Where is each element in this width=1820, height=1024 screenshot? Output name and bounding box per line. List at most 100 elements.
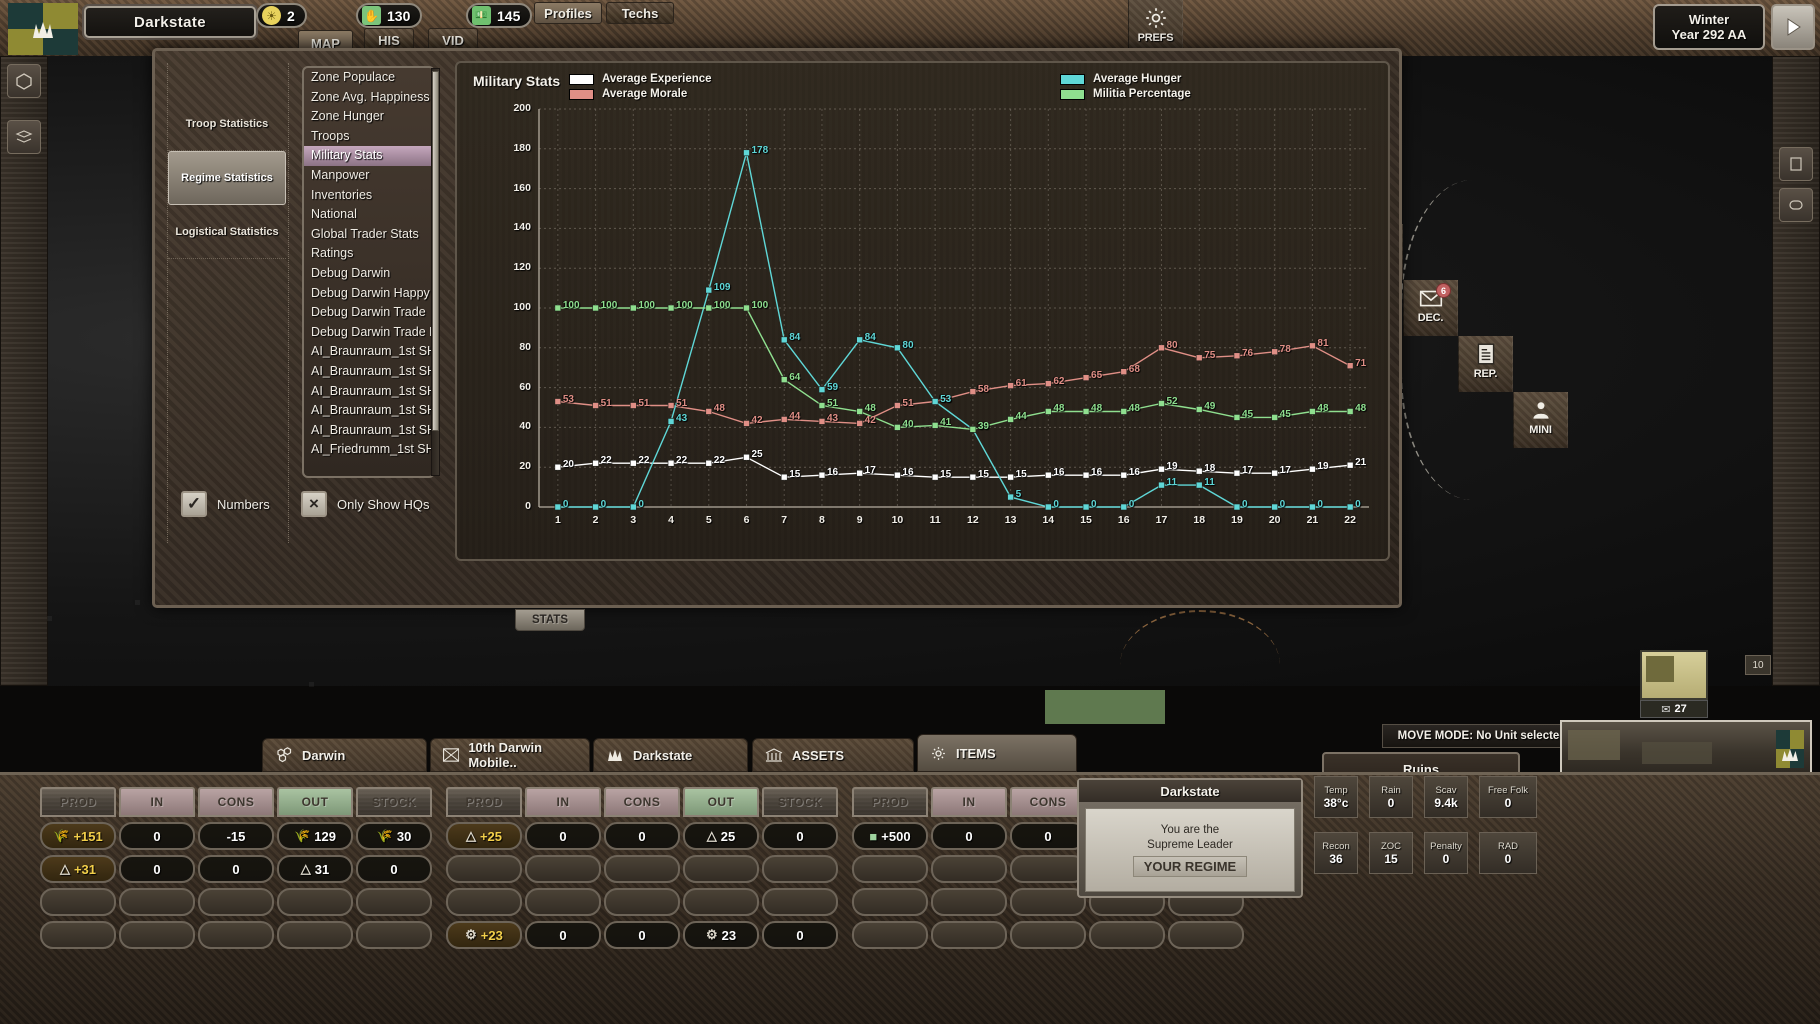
stats-category-logistical[interactable]: Logistical Statistics <box>168 205 286 259</box>
unit-counter[interactable] <box>1640 650 1708 700</box>
stat-rad[interactable]: RAD 0 <box>1479 832 1537 874</box>
hud-cell-g1r1c3[interactable]: -15 <box>198 822 274 850</box>
hud-cell-g1r4c5[interactable] <box>356 921 432 949</box>
chart-plot-area[interactable]: 020406080100120140160180200 123456789101… <box>513 103 1375 535</box>
hud-cell-g1r2c3[interactable]: 0 <box>198 855 274 883</box>
dropdown-item-11[interactable]: Debug Darwin Happy <box>304 284 433 304</box>
hud-cell-g3r3c3[interactable] <box>1010 888 1086 916</box>
dropdown-item-4[interactable]: Military Stats <box>304 146 433 166</box>
dropdown-item-12[interactable]: Debug Darwin Trade <box>304 303 433 323</box>
hud-cell-g3r2c2[interactable] <box>931 855 1007 883</box>
hud-cell-g3r3c2[interactable] <box>931 888 1007 916</box>
hud-cell-g2r3c5[interactable] <box>762 888 838 916</box>
resource-pill-sun[interactable]: ☀ 2 <box>256 3 307 28</box>
hud-cell-g2r3c4[interactable] <box>683 888 759 916</box>
hud-cell-g2r4c1[interactable]: ⚙ +23 <box>446 921 522 949</box>
hud-cell-g2r3c1[interactable] <box>446 888 522 916</box>
toolbar-button-dec[interactable]: 6 DEC. <box>1403 280 1458 336</box>
stats-category-regime[interactable]: Regime Statistics <box>168 151 286 205</box>
hud-cell-g2r4c5[interactable]: 0 <box>762 921 838 949</box>
hud-cell-g3r4c5[interactable] <box>1168 921 1244 949</box>
dropdown-item-8[interactable]: Global Trader Stats <box>304 225 433 245</box>
hud-cell-g3r4c1[interactable] <box>852 921 928 949</box>
dropdown-item-13[interactable]: Debug Darwin Trade Pr <box>304 323 433 343</box>
resource-pill-manpower[interactable]: ✋ 130 <box>356 3 422 28</box>
hud-cell-g2r1c3[interactable]: 0 <box>604 822 680 850</box>
bottom-tab-assets[interactable]: ASSETS <box>752 738 914 772</box>
hud-cell-g3r4c2[interactable] <box>931 921 1007 949</box>
dropdown-item-0[interactable]: Zone Populace <box>304 68 433 88</box>
hud-cell-g2r1c1[interactable]: △ +25 <box>446 822 522 850</box>
hud-cell-g2r4c4[interactable]: ⚙ 23 <box>683 921 759 949</box>
bottom-tab-items[interactable]: ITEMS <box>917 734 1077 772</box>
hud-cell-g1r3c2[interactable] <box>119 888 195 916</box>
dropdown-item-9[interactable]: Ratings <box>304 244 433 264</box>
dropdown-item-16[interactable]: AI_Braunraum_1st SHQ <box>304 382 433 402</box>
checkbox-only-hqs[interactable]: × Only Show HQs <box>301 491 429 517</box>
hud-cell-g1r1c4[interactable]: 🌾 129 <box>277 822 353 850</box>
hud-cell-g2r2c1[interactable] <box>446 855 522 883</box>
resource-pill-money[interactable]: 💵 145 <box>466 3 532 28</box>
hud-cell-g1r1c1[interactable]: 🌾 +151 <box>40 822 116 850</box>
hud-cell-g1r1c2[interactable]: 0 <box>119 822 195 850</box>
bottom-tab-unit[interactable]: 10th Darwin Mobile.. <box>430 738 590 772</box>
dropdown-item-3[interactable]: Troops <box>304 127 433 147</box>
stats-category-troop[interactable]: Troop Statistics <box>168 97 286 151</box>
dropdown-item-6[interactable]: Inventories <box>304 186 433 206</box>
hud-cell-g1r2c2[interactable]: 0 <box>119 855 195 883</box>
hud-cell-g1r1c5[interactable]: 🌾 30 <box>356 822 432 850</box>
hud-cell-g3r1c3[interactable]: 0 <box>1010 822 1086 850</box>
hud-cell-g2r2c4[interactable] <box>683 855 759 883</box>
dropdown-item-2[interactable]: Zone Hunger <box>304 107 433 127</box>
hud-cell-g3r4c3[interactable] <box>1010 921 1086 949</box>
dropdown-item-19[interactable]: AI_Friedrumm_1st SHQ <box>304 440 433 460</box>
bottom-tab-darkstate[interactable]: Darkstate <box>593 738 748 772</box>
hud-cell-g1r3c5[interactable] <box>356 888 432 916</box>
hud-cell-g2r3c2[interactable] <box>525 888 601 916</box>
hud-cell-g1r4c3[interactable] <box>198 921 274 949</box>
hud-cell-g2r3c3[interactable] <box>604 888 680 916</box>
stat-scav[interactable]: Scav 9.4k <box>1424 776 1468 818</box>
hud-cell-g1r4c4[interactable] <box>277 921 353 949</box>
toolbar-button-mini[interactable]: MINI <box>1513 392 1568 448</box>
stat-temp[interactable]: Temp 38°c <box>1314 776 1358 818</box>
hud-cell-g3r2c3[interactable] <box>1010 855 1086 883</box>
hud-cell-g2r1c2[interactable]: 0 <box>525 822 601 850</box>
rail-panel-icon-2[interactable] <box>1779 188 1813 222</box>
minimap[interactable] <box>1560 720 1812 780</box>
hud-cell-g1r2c1[interactable]: △ +31 <box>40 855 116 883</box>
dropdown-item-7[interactable]: National <box>304 205 433 225</box>
hud-cell-g1r4c2[interactable] <box>119 921 195 949</box>
hud-cell-g2r2c2[interactable] <box>525 855 601 883</box>
hud-cell-g3r3c1[interactable] <box>852 888 928 916</box>
hud-cell-g1r2c5[interactable]: 0 <box>356 855 432 883</box>
rail-panel-icon-1[interactable] <box>1779 147 1813 181</box>
hud-cell-g2r4c2[interactable]: 0 <box>525 921 601 949</box>
dropdown-item-14[interactable]: AI_Braunraum_1st SHQ <box>304 342 433 362</box>
dropdown-item-15[interactable]: AI_Braunraum_1st SHQ <box>304 362 433 382</box>
dropdown-item-1[interactable]: Zone Avg. Happiness <box>304 88 433 108</box>
hud-cell-g3r2c1[interactable] <box>852 855 928 883</box>
stat-rain[interactable]: Rain 0 <box>1369 776 1413 818</box>
hud-cell-g1r2c4[interactable]: △ 31 <box>277 855 353 883</box>
dropdown-scrollbar-thumb[interactable] <box>432 71 439 431</box>
checkbox-only-hqs-box[interactable]: × <box>301 491 327 517</box>
hud-cell-g1r3c3[interactable] <box>198 888 274 916</box>
hud-cell-g2r2c5[interactable] <box>762 855 838 883</box>
chart-container[interactable]: Military Stats Average Experience Averag… <box>455 61 1390 561</box>
hud-cell-g2r2c3[interactable] <box>604 855 680 883</box>
hud-cell-g3r4c4[interactable] <box>1089 921 1165 949</box>
hud-cell-g2r1c4[interactable]: △ 25 <box>683 822 759 850</box>
stat-zoc[interactable]: ZOC 15 <box>1369 832 1413 874</box>
toolbar-button-rep[interactable]: REP. <box>1458 336 1513 392</box>
dropdown-item-5[interactable]: Manpower <box>304 166 433 186</box>
checkbox-numbers[interactable]: ✓ Numbers <box>181 491 270 517</box>
hud-cell-g3r1c1[interactable]: ■ +500 <box>852 822 928 850</box>
hud-cell-g2r1c5[interactable]: 0 <box>762 822 838 850</box>
rail-layers-icon[interactable] <box>7 120 41 154</box>
stat-freefolk[interactable]: Free Folk 0 <box>1479 776 1537 818</box>
end-turn-button[interactable] <box>1771 4 1815 50</box>
stats-dropdown-list[interactable]: Zone Populace Zone Avg. Happiness Zone H… <box>302 66 435 478</box>
tab-profiles[interactable]: Profiles <box>534 2 602 24</box>
hud-cell-g1r3c4[interactable] <box>277 888 353 916</box>
